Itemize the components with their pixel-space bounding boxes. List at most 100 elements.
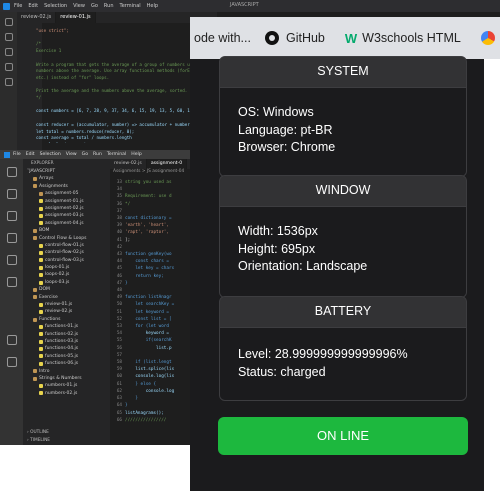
front-tab-review-02[interactable]: review-02.js — [110, 159, 147, 169]
tree-item-label: review-01.js — [45, 302, 73, 308]
timeline-section[interactable]: › TIMELINE — [23, 437, 110, 445]
code-line: const reducer = (accumulator, number) =>… — [36, 121, 190, 127]
testing-icon[interactable] — [6, 277, 17, 287]
menu-item-edit[interactable]: Edit — [26, 152, 35, 157]
js-file-icon — [39, 391, 43, 396]
menu-item-terminal[interactable]: Terminal — [120, 3, 141, 9]
bookmark-code[interactable]: ode with... — [194, 31, 251, 45]
code-line: const dictionary = — [125, 216, 172, 222]
front-code-editor[interactable]: string you used as Requirement: use d */ … — [125, 179, 190, 445]
run-debug-icon[interactable] — [4, 63, 13, 71]
source-control-icon[interactable] — [6, 211, 17, 221]
file-item[interactable]: loops-01.js — [23, 264, 110, 271]
menu-item-help[interactable]: Help — [147, 3, 158, 9]
code-line: */ — [36, 95, 42, 101]
js-file-icon — [39, 310, 43, 315]
front-activity-bar — [0, 159, 23, 445]
js-file-icon — [39, 332, 43, 337]
online-status-button[interactable]: ON LINE — [218, 417, 468, 455]
front-menu-items[interactable]: File Edit Selection View Go Run Terminal Help — [13, 152, 147, 157]
tree-item-label: Strings & Numbers — [39, 375, 82, 381]
file-item[interactable]: loops-03.js — [23, 279, 110, 286]
bookmark-w3schools[interactable]: W W3schools HTML — [345, 31, 461, 46]
menu-item-run[interactable]: Run — [104, 3, 114, 9]
file-item[interactable]: functions-04.js — [23, 345, 110, 352]
file-item[interactable]: control-flow-02.js — [23, 249, 110, 256]
search-icon[interactable] — [4, 33, 13, 41]
code-line: function genKey(wo — [125, 252, 172, 258]
back-menu-bar[interactable]: File Edit Selection View Go Run Terminal Help — [14, 3, 164, 9]
file-item[interactable]: functions-01.js — [23, 323, 110, 330]
search-icon[interactable] — [6, 189, 17, 199]
folder-item[interactable]: BOM — [23, 227, 110, 234]
file-item[interactable]: functions-05.js — [23, 353, 110, 360]
folder-item[interactable]: Arrays — [23, 175, 110, 182]
js-file-icon — [39, 324, 43, 329]
breadcrumb[interactable]: Assignments > JS assignment-04 — [110, 169, 190, 176]
source-control-icon[interactable] — [4, 48, 13, 56]
bookmark-colorhex[interactable]: ColorHe — [480, 31, 500, 45]
file-item[interactable]: numbers-02.js — [23, 390, 110, 397]
file-item[interactable]: functions-03.js — [23, 338, 110, 345]
menu-item-view[interactable]: View — [73, 3, 85, 9]
system-panel: SYSTEM OS: Windows Language: pt-BR Brows… — [219, 56, 467, 177]
back-tab-review-02[interactable]: review-02.js — [17, 12, 57, 23]
file-item[interactable]: loops-02.js — [23, 271, 110, 278]
extensions-icon[interactable] — [4, 78, 13, 86]
folder-item[interactable]: Intro — [23, 368, 110, 375]
explorer-icon[interactable] — [4, 18, 13, 26]
menu-item-file[interactable]: File — [14, 3, 22, 9]
front-tab-assignment[interactable]: assignment-0 — [146, 159, 188, 169]
menu-item-terminal[interactable]: Terminal — [107, 152, 126, 157]
back-code-editor[interactable]: "use strict"; /* Exercise 1 Write a progr… — [36, 28, 196, 143]
outline-section[interactable]: › OUTLINE — [23, 429, 110, 437]
menu-item-run[interactable]: Run — [93, 152, 102, 157]
folder-item[interactable]: DOM — [23, 286, 110, 293]
back-tab-review-01[interactable]: review-01.js — [56, 12, 96, 23]
menu-item-help[interactable]: Help — [131, 152, 141, 157]
file-item[interactable]: assignment-01.js — [23, 198, 110, 205]
line-number: 36 — [116, 201, 122, 207]
folder-item[interactable]: Exercise — [23, 294, 110, 301]
file-item[interactable]: assignment-04.js — [23, 220, 110, 227]
folder-item[interactable]: Strings & Numbers — [23, 375, 110, 382]
file-item[interactable]: assignment-02.js — [23, 205, 110, 212]
file-item[interactable]: review-01.js — [23, 301, 110, 308]
folder-item[interactable]: ˅ JAVASCRIPT — [23, 168, 110, 175]
menu-item-go[interactable]: Go — [82, 152, 88, 157]
menu-item-view[interactable]: View — [66, 152, 77, 157]
file-item[interactable]: assignment-03.js — [23, 212, 110, 219]
settings-gear-icon[interactable] — [6, 357, 17, 367]
file-item[interactable]: control-flow-03.js — [23, 257, 110, 264]
explorer-icon[interactable] — [6, 167, 17, 177]
code-line: ]; — [125, 237, 131, 243]
menu-item-go[interactable]: Go — [91, 3, 98, 9]
menu-item-file[interactable]: File — [13, 152, 21, 157]
file-item[interactable]: functions-02.js — [23, 331, 110, 338]
file-item[interactable]: numbers-01.js — [23, 382, 110, 389]
file-item[interactable]: control-flow-01.js — [23, 242, 110, 249]
page-scrollbar[interactable] — [484, 59, 500, 491]
folder-item[interactable]: assignment-05 — [23, 190, 110, 197]
run-debug-icon[interactable] — [6, 233, 17, 243]
folder-item[interactable]: Functions — [23, 316, 110, 323]
code-line: Requirement: use d — [125, 194, 172, 200]
menu-item-selection[interactable]: Selection — [44, 3, 67, 9]
extensions-icon[interactable] — [6, 255, 17, 265]
back-activity-bar — [0, 12, 17, 150]
battery-title: BATTERY — [220, 297, 466, 328]
menu-item-selection[interactable]: Selection — [40, 152, 61, 157]
folder-item[interactable]: Control Flow & Loops — [23, 235, 110, 242]
menu-item-edit[interactable]: Edit — [28, 3, 38, 9]
file-item[interactable]: functions-06.js — [23, 360, 110, 367]
accounts-icon[interactable] — [6, 335, 17, 345]
bookmark-github[interactable]: GitHub — [264, 31, 325, 45]
file-item[interactable]: review-02.js — [23, 308, 110, 315]
folder-item[interactable]: Assignments — [23, 183, 110, 190]
code-line: const chars = — [125, 259, 169, 265]
